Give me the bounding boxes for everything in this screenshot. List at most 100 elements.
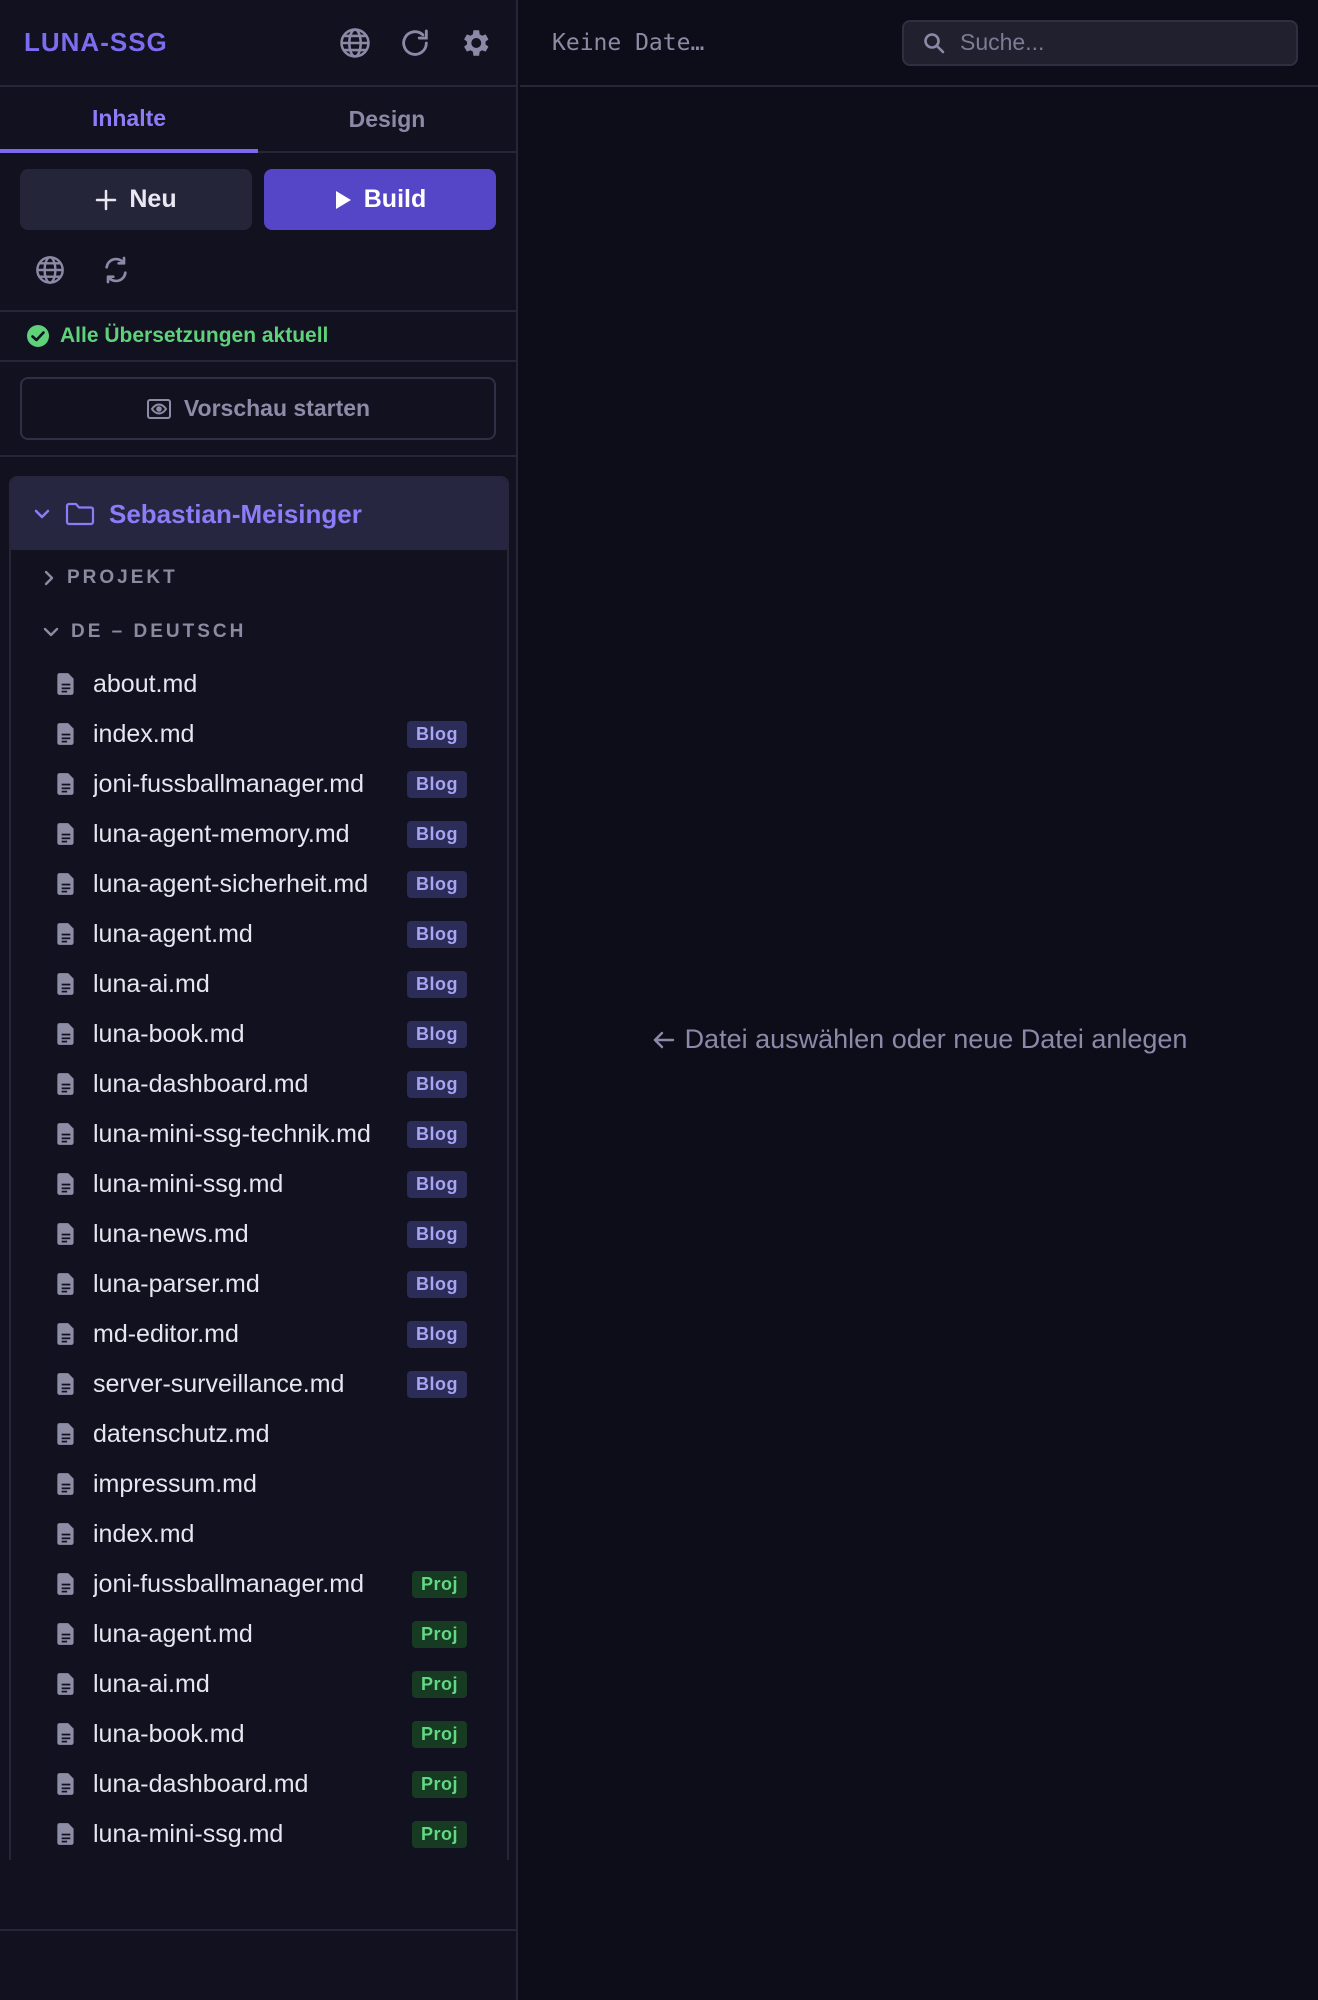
preview-button-label: Vorschau starten bbox=[183, 395, 371, 421]
build-button[interactable]: Build bbox=[264, 169, 496, 230]
current-file-name: Keine Date… bbox=[552, 29, 705, 56]
file-item[interactable]: luna-mini-ssg.md Proj bbox=[11, 1809, 507, 1859]
document-icon bbox=[57, 1273, 74, 1295]
file-item[interactable]: luna-mini-ssg.md Blog bbox=[11, 1159, 507, 1209]
file-name: luna-dashboard.md bbox=[93, 1769, 309, 1798]
header-icons bbox=[338, 26, 492, 60]
file-name: luna-news.md bbox=[93, 1219, 249, 1248]
document-icon bbox=[57, 1523, 74, 1545]
sidebar-footer-divider bbox=[0, 1929, 518, 1931]
gear-icon[interactable] bbox=[458, 26, 492, 60]
group-de-deutsch[interactable]: DE – DEUTSCH bbox=[11, 605, 507, 659]
chevron-down-icon bbox=[43, 627, 59, 637]
blog-badge: Blog bbox=[407, 920, 467, 948]
tool-icons bbox=[0, 230, 516, 312]
empty-state-text: Datei auswählen oder neue Datei anlegen bbox=[684, 1024, 1188, 1054]
group-label: DE – DEUTSCH bbox=[71, 621, 247, 642]
file-name: about.md bbox=[93, 669, 198, 698]
file-item[interactable]: luna-agent-sicherheit.md Blog bbox=[11, 859, 507, 909]
proj-badge: Proj bbox=[411, 1670, 467, 1698]
translation-status: Alle Übersetzungen aktuell bbox=[0, 312, 516, 362]
file-name: joni-fussballmanager.md bbox=[93, 769, 364, 798]
sidebar-header: LUNA-SSG bbox=[0, 0, 516, 87]
document-icon bbox=[57, 973, 74, 995]
tab-inhalte[interactable]: Inhalte bbox=[0, 87, 258, 153]
file-item[interactable]: impressum.md bbox=[11, 1459, 507, 1509]
globe-icon[interactable] bbox=[338, 26, 372, 60]
file-item[interactable]: joni-fussballmanager.md Blog bbox=[11, 759, 507, 809]
file-name: luna-book.md bbox=[93, 1719, 245, 1748]
file-item[interactable]: datenschutz.md bbox=[11, 1409, 507, 1459]
file-item[interactable]: server-surveillance.md Blog bbox=[11, 1359, 507, 1409]
file-item[interactable]: luna-ai.md Blog bbox=[11, 959, 507, 1009]
document-icon bbox=[57, 1323, 74, 1345]
document-icon bbox=[57, 673, 74, 695]
tree-root-folder[interactable]: Sebastian-Meisinger bbox=[11, 478, 507, 550]
document-icon bbox=[57, 1073, 74, 1095]
language-globe-icon[interactable] bbox=[34, 254, 66, 286]
file-name: luna-mini-ssg.md bbox=[93, 1819, 284, 1848]
proj-badge: Proj bbox=[411, 1620, 467, 1648]
file-item[interactable]: index.md Blog bbox=[11, 709, 507, 759]
blog-badge: Blog bbox=[407, 820, 467, 848]
blog-badge: Blog bbox=[407, 1270, 467, 1298]
file-item[interactable]: luna-book.md Blog bbox=[11, 1009, 507, 1059]
document-icon bbox=[57, 1623, 74, 1645]
file-name: server-surveillance.md bbox=[93, 1369, 345, 1398]
preview-section: Vorschau starten bbox=[0, 362, 516, 457]
search-input[interactable] bbox=[960, 29, 1260, 56]
file-item[interactable]: luna-ai.md Proj bbox=[11, 1659, 507, 1709]
file-item[interactable]: luna-agent.md Blog bbox=[11, 909, 507, 959]
file-name: luna-agent.md bbox=[93, 1619, 253, 1648]
file-name: joni-fussballmanager.md bbox=[93, 1569, 364, 1598]
document-icon bbox=[57, 1823, 74, 1845]
file-item[interactable]: luna-dashboard.md Proj bbox=[11, 1759, 507, 1809]
blog-badge: Blog bbox=[407, 1020, 467, 1048]
file-name: luna-ai.md bbox=[93, 969, 210, 998]
document-icon bbox=[57, 823, 74, 845]
file-item[interactable]: index.md bbox=[11, 1509, 507, 1559]
file-name: luna-mini-ssg.md bbox=[93, 1169, 284, 1198]
document-icon bbox=[57, 1423, 74, 1445]
file-name: luna-agent-sicherheit.md bbox=[93, 869, 369, 898]
file-name: luna-agent.md bbox=[93, 919, 253, 948]
file-item[interactable]: md-editor.md Blog bbox=[11, 1309, 507, 1359]
document-icon bbox=[57, 1373, 74, 1395]
file-name: index.md bbox=[93, 719, 195, 748]
file-item[interactable]: luna-agent-memory.md Blog bbox=[11, 809, 507, 859]
sidebar: LUNA-SSG Inhalte Design Neu Build Alle Ü… bbox=[0, 0, 518, 2000]
sync-icon[interactable] bbox=[100, 254, 132, 286]
app-logo: LUNA-SSG bbox=[24, 27, 168, 57]
refresh-icon[interactable] bbox=[398, 26, 432, 60]
file-item[interactable]: luna-mini-ssg-technik.md Blog bbox=[11, 1109, 507, 1159]
tree-root-label: Sebastian-Meisinger bbox=[109, 498, 362, 529]
document-icon bbox=[57, 1573, 74, 1595]
file-item[interactable]: luna-dashboard.md Blog bbox=[11, 1059, 507, 1109]
sidebar-tabs: Inhalte Design bbox=[0, 87, 516, 153]
file-item[interactable]: joni-fussballmanager.md Proj bbox=[11, 1559, 507, 1609]
proj-badge: Proj bbox=[411, 1770, 467, 1798]
search-box[interactable] bbox=[902, 19, 1298, 66]
preview-button[interactable]: Vorschau starten bbox=[20, 377, 496, 440]
file-item[interactable]: luna-book.md Proj bbox=[11, 1709, 507, 1759]
file-item[interactable]: luna-news.md Blog bbox=[11, 1209, 507, 1259]
file-list: about.md index.md Blog joni-fussballmanager… bbox=[11, 659, 507, 1859]
editor-toolbar: Keine Date… bbox=[520, 0, 1318, 87]
editor-area: Keine Date… Datei auswählen oder neue Da… bbox=[520, 0, 1318, 2000]
check-circle-icon bbox=[27, 325, 49, 347]
group-label: PROJEKT bbox=[67, 567, 178, 588]
file-item[interactable]: luna-agent.md Proj bbox=[11, 1609, 507, 1659]
file-name: luna-book.md bbox=[93, 1019, 245, 1048]
new-button[interactable]: Neu bbox=[20, 169, 252, 230]
search-icon bbox=[924, 32, 945, 53]
proj-badge: Proj bbox=[411, 1720, 467, 1748]
blog-badge: Blog bbox=[407, 1370, 467, 1398]
document-icon bbox=[57, 1173, 74, 1195]
blog-badge: Blog bbox=[407, 970, 467, 998]
file-item[interactable]: about.md bbox=[11, 659, 507, 709]
document-icon bbox=[57, 1123, 74, 1145]
file-item[interactable]: luna-parser.md Blog bbox=[11, 1259, 507, 1309]
tab-design[interactable]: Design bbox=[258, 87, 516, 151]
play-icon bbox=[335, 190, 351, 209]
group-projekt[interactable]: PROJEKT bbox=[11, 551, 507, 605]
